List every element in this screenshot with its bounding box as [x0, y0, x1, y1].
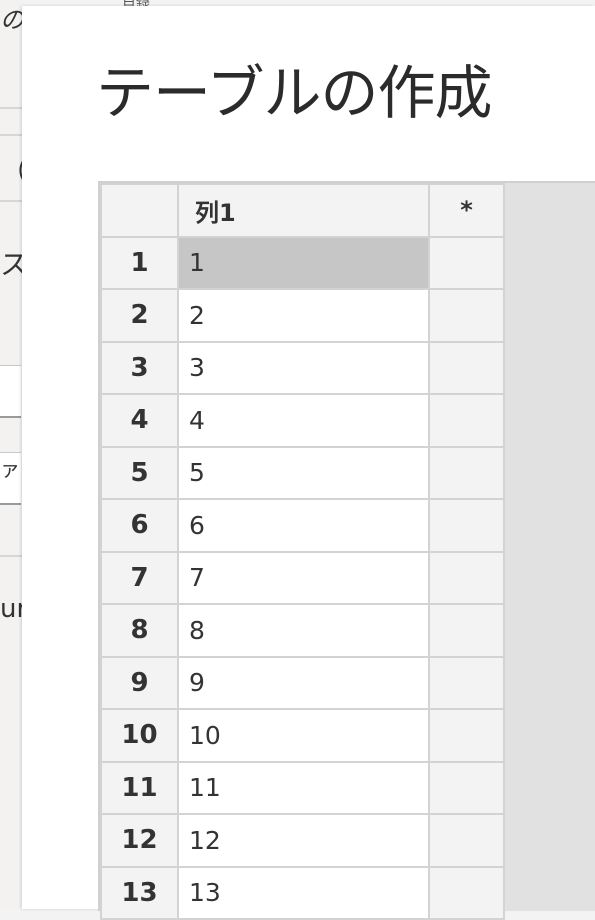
empty-new-column-cell[interactable]	[428, 708, 505, 763]
table-row: 66	[100, 498, 505, 553]
table-cell[interactable]: 11	[177, 760, 430, 815]
background-text-fragment: ァ	[0, 457, 20, 481]
table-cell[interactable]: 7	[177, 550, 430, 605]
row-number[interactable]: 4	[100, 393, 179, 448]
table-row: 10 10	[100, 708, 505, 763]
table-editor: 列1 * 1 1 2 2 3 3 4 4 5 5 6 6 7 7 8 8 9 9 10 10 11 11 12 12 13 13	[98, 181, 595, 920]
row-number[interactable]: 11	[100, 760, 179, 815]
row-number[interactable]: 2	[100, 288, 179, 343]
background-text-fragment: ur	[0, 594, 22, 624]
table-row: 22	[100, 288, 505, 343]
table-cell[interactable]: 1	[177, 235, 430, 290]
table-cell[interactable]: 6	[177, 498, 430, 553]
background-input[interactable]	[0, 365, 21, 418]
divider	[0, 555, 22, 557]
column-header[interactable]: 列1	[177, 183, 430, 238]
row-number[interactable]: 9	[100, 655, 179, 710]
data-grid: 列1 * 1 1 2 2 3 3 4 4 5 5 6 6 7 7 8 8 9 9 10 10 11 11 12 12 13 13	[100, 183, 505, 920]
empty-new-column-cell[interactable]	[428, 760, 505, 815]
background-text-fragment: の	[0, 6, 22, 34]
row-number[interactable]: 6	[100, 498, 179, 553]
empty-new-column-cell[interactable]	[428, 393, 505, 448]
empty-new-column-cell[interactable]	[428, 813, 505, 868]
row-number[interactable]: 10	[100, 708, 179, 763]
table-row: 13 13	[100, 865, 505, 920]
divider	[0, 200, 22, 202]
create-table-dialog: テーブルの作成 列1 * 1 1 2 2 3 3 4 4 5 5 6 6 7 7 8 8 9 9 10 10 11 11 1…	[22, 6, 595, 920]
table-cell[interactable]: 10	[177, 708, 430, 763]
empty-new-column-cell[interactable]	[428, 550, 505, 605]
row-number[interactable]: 13	[100, 865, 179, 920]
row-number[interactable]: 3	[100, 340, 179, 395]
background-input[interactable]: ァ	[0, 452, 21, 505]
row-number[interactable]: 7	[100, 550, 179, 605]
add-column-button[interactable]: *	[428, 183, 505, 238]
background-text-fragment: ス	[0, 248, 22, 281]
row-number[interactable]: 1	[100, 235, 179, 290]
table-row: 11	[100, 235, 505, 290]
table-row: 11 11	[100, 760, 505, 815]
dialog-title: テーブルの作成	[96, 59, 493, 127]
table-cell[interactable]: 9	[177, 655, 430, 710]
row-number[interactable]: 5	[100, 445, 179, 500]
empty-new-column-cell[interactable]	[428, 655, 505, 710]
table-cell[interactable]: 4	[177, 393, 430, 448]
table-cell[interactable]: 3	[177, 340, 430, 395]
grid-corner[interactable]	[100, 183, 179, 238]
empty-new-column-cell[interactable]	[428, 235, 505, 290]
empty-new-column-cell[interactable]	[428, 288, 505, 343]
empty-new-column-cell[interactable]	[428, 498, 505, 553]
table-cell[interactable]: 12	[177, 813, 430, 868]
table-cell[interactable]: 5	[177, 445, 430, 500]
table-row: 99	[100, 655, 505, 710]
background-app-panel: の （ ス ァ ur	[0, 0, 22, 909]
table-cell[interactable]: 8	[177, 603, 430, 658]
table-row: 55	[100, 445, 505, 500]
empty-new-column-cell[interactable]	[428, 865, 505, 920]
empty-new-column-cell[interactable]	[428, 340, 505, 395]
empty-new-column-cell[interactable]	[428, 445, 505, 500]
table-cell[interactable]: 2	[177, 288, 430, 343]
table-row: 12 12	[100, 813, 505, 868]
table-row: 33	[100, 340, 505, 395]
divider	[0, 134, 22, 136]
table-cell[interactable]: 13	[177, 865, 430, 920]
empty-new-column-cell[interactable]	[428, 603, 505, 658]
row-number[interactable]: 12	[100, 813, 179, 868]
table-row: 44	[100, 393, 505, 448]
background-text-fragment: （	[0, 150, 22, 190]
table-row: 77	[100, 550, 505, 605]
table-row: 88	[100, 603, 505, 658]
divider	[0, 107, 22, 109]
row-number[interactable]: 8	[100, 603, 179, 658]
